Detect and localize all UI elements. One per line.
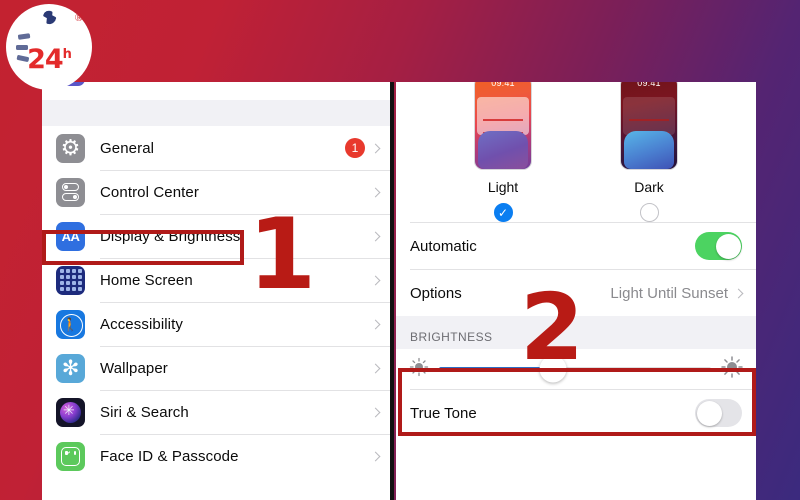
dark-mode-radio[interactable] xyxy=(639,203,659,222)
dark-mode-preview[interactable]: 09:41 xyxy=(620,82,678,170)
sidebar-item-label: Wallpaper xyxy=(100,359,168,377)
sidebar-item-control-center[interactable]: Control Center xyxy=(42,170,390,214)
chevron-right-icon xyxy=(370,275,381,285)
chevron-right-icon xyxy=(370,319,381,329)
wallpaper-icon xyxy=(56,353,85,383)
logo-number: 24 xyxy=(27,44,64,75)
status-badge: 1 xyxy=(345,138,365,158)
preview-time: 09:41 xyxy=(491,82,515,88)
chevron-right-icon xyxy=(370,451,381,461)
panel-divider xyxy=(390,82,394,500)
chevron-right-icon xyxy=(370,231,381,241)
light-mode-label: Light xyxy=(487,179,519,195)
light-mode-radio[interactable]: ✓ xyxy=(493,203,513,222)
preview-time: 09:41 xyxy=(637,82,661,88)
true-tone-toggle[interactable] xyxy=(695,399,742,427)
sidebar-item-general[interactable]: General 1 xyxy=(42,126,390,170)
sidebar-item-home-screen[interactable]: Home Screen xyxy=(42,258,390,302)
sidebar-item-label: Display & Brightness xyxy=(100,227,241,245)
gear-icon xyxy=(56,133,85,163)
true-tone-row[interactable]: True Tone xyxy=(396,390,756,436)
sidebar-item-wallpaper[interactable]: Wallpaper xyxy=(42,346,390,390)
sun-large-icon xyxy=(721,355,743,383)
list-group-separator xyxy=(42,100,390,126)
true-tone-label: True Tone xyxy=(410,404,477,422)
options-value: Light Until Sunset xyxy=(610,284,728,302)
screen-time-row-clipped[interactable]: Screen Time xyxy=(42,82,390,100)
face-id-icon xyxy=(56,441,85,471)
settings-list-panel: Screen Time General 1 Control Center AA … xyxy=(42,82,390,500)
appearance-option-dark[interactable]: 09:41 Dark xyxy=(620,82,678,222)
sidebar-item-siri-and-search[interactable]: Siri & Search xyxy=(42,390,390,434)
home-screen-icon xyxy=(56,265,85,295)
chevron-right-icon xyxy=(733,288,744,298)
sidebar-item-label: Siri & Search xyxy=(100,403,189,421)
sidebar-item-label: General xyxy=(100,139,155,157)
sidebar-item-label: Face ID & Passcode xyxy=(100,447,239,465)
logo-text: 24h xyxy=(6,44,92,75)
sidebar-item-display-and-brightness[interactable]: AA Display & Brightness xyxy=(42,214,390,258)
brand-logo: ® 24h xyxy=(6,4,92,90)
light-mode-preview[interactable]: 09:41 xyxy=(474,82,532,170)
automatic-label: Automatic xyxy=(410,237,477,255)
chevron-right-icon xyxy=(370,187,381,197)
annotation-step-2: 2 xyxy=(520,274,585,381)
sidebar-item-label: Control Center xyxy=(100,183,199,201)
chevron-right-icon xyxy=(370,143,381,153)
sidebar-item-label: Home Screen xyxy=(100,271,193,289)
appearance-option-light[interactable]: 09:41 Light ✓ xyxy=(474,82,532,222)
aa-icon: AA xyxy=(56,221,85,251)
sun-small-icon xyxy=(409,357,429,382)
annotation-step-1: 1 xyxy=(248,198,317,312)
registered-mark: ® xyxy=(74,12,83,24)
dark-mode-label: Dark xyxy=(634,179,664,195)
chevron-right-icon xyxy=(370,363,381,373)
control-center-icon xyxy=(56,177,85,207)
automatic-row[interactable]: Automatic xyxy=(396,223,756,269)
sidebar-item-face-id-and-passcode[interactable]: Face ID & Passcode xyxy=(42,434,390,478)
sidebar-item-accessibility[interactable]: Accessibility xyxy=(42,302,390,346)
appearance-selector: 09:41 Light ✓ 09:41 Dark xyxy=(396,82,756,222)
options-label: Options xyxy=(410,284,462,302)
chevron-right-icon xyxy=(370,407,381,417)
automatic-toggle[interactable] xyxy=(695,232,742,260)
siri-icon xyxy=(56,397,85,427)
sidebar-item-label: Accessibility xyxy=(100,315,183,333)
accessibility-icon xyxy=(56,309,85,339)
logo-superscript: h xyxy=(62,47,72,62)
